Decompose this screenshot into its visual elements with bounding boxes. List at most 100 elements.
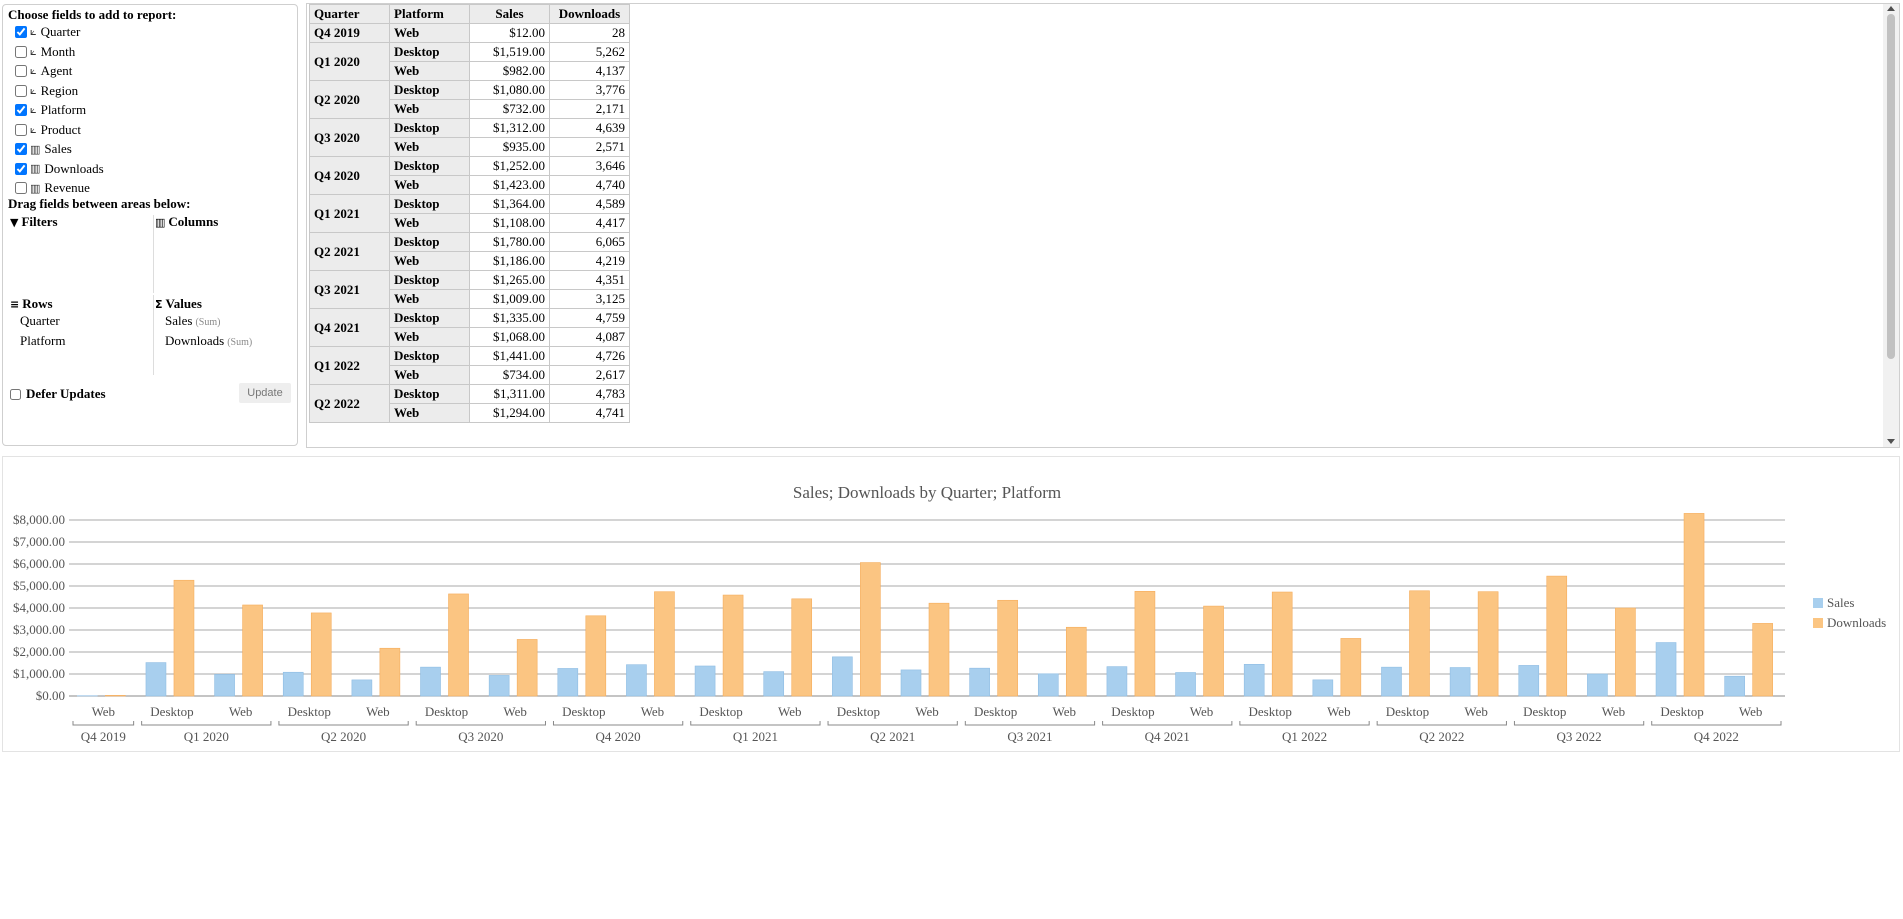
- quarter-cell[interactable]: Q4 2020: [309, 156, 390, 195]
- platform-cell[interactable]: Web: [389, 23, 470, 43]
- sales-cell[interactable]: $1,252.00: [469, 156, 550, 176]
- field-checkbox[interactable]: [15, 123, 27, 136]
- downloads-cell[interactable]: 4,087: [549, 327, 630, 347]
- downloads-cell[interactable]: 5,262: [549, 42, 630, 62]
- platform-cell[interactable]: Web: [389, 61, 470, 81]
- rows-item-quarter[interactable]: Quarter: [20, 313, 60, 329]
- field-checkbox[interactable]: [15, 182, 27, 194]
- sales-cell[interactable]: $982.00: [469, 61, 550, 81]
- quarter-cell[interactable]: Q1 2022: [309, 346, 390, 385]
- quarter-cell[interactable]: Q3 2020: [309, 118, 390, 157]
- platform-cell[interactable]: Desktop: [389, 194, 470, 214]
- quarter-cell[interactable]: Q3 2021: [309, 270, 390, 309]
- downloads-cell[interactable]: 28: [549, 23, 630, 43]
- downloads-cell[interactable]: 4,726: [549, 346, 630, 366]
- sales-cell[interactable]: $1,335.00: [469, 308, 550, 328]
- field-item-month[interactable]: ⟀ Month: [15, 43, 75, 61]
- scroll-down-arrow-icon[interactable]: [1887, 439, 1895, 444]
- downloads-cell[interactable]: 4,137: [549, 61, 630, 81]
- downloads-cell[interactable]: 4,351: [549, 270, 630, 290]
- downloads-cell[interactable]: 3,646: [549, 156, 630, 176]
- platform-cell[interactable]: Desktop: [389, 346, 470, 366]
- sales-cell[interactable]: $734.00: [469, 365, 550, 385]
- platform-cell[interactable]: Web: [389, 175, 470, 195]
- downloads-cell[interactable]: 3,776: [549, 80, 630, 100]
- quarter-cell[interactable]: Q2 2022: [309, 384, 390, 423]
- sales-cell[interactable]: $1,186.00: [469, 251, 550, 271]
- sales-cell[interactable]: $1,780.00: [469, 232, 550, 252]
- platform-cell[interactable]: Web: [389, 213, 470, 233]
- sales-cell[interactable]: $12.00: [469, 23, 550, 43]
- downloads-cell[interactable]: 6,065: [549, 232, 630, 252]
- field-item-downloads[interactable]: ▥ Downloads: [15, 160, 104, 178]
- header-quarter[interactable]: Quarter: [309, 4, 390, 24]
- sales-cell[interactable]: $1,265.00: [469, 270, 550, 290]
- platform-cell[interactable]: Desktop: [389, 308, 470, 328]
- field-item-revenue[interactable]: ▥ Revenue: [15, 179, 90, 197]
- downloads-cell[interactable]: 3,125: [549, 289, 630, 309]
- platform-cell[interactable]: Desktop: [389, 232, 470, 252]
- downloads-cell[interactable]: 4,783: [549, 384, 630, 404]
- scrollbar-thumb[interactable]: [1887, 14, 1895, 359]
- platform-cell[interactable]: Desktop: [389, 156, 470, 176]
- header-sales[interactable]: Sales: [469, 4, 550, 24]
- quarter-cell[interactable]: Q4 2021: [309, 308, 390, 347]
- update-button[interactable]: Update: [239, 383, 291, 403]
- header-platform[interactable]: Platform: [389, 4, 470, 24]
- field-item-region[interactable]: ⟀ Region: [15, 82, 78, 100]
- sales-cell[interactable]: $1,294.00: [469, 403, 550, 423]
- field-checkbox[interactable]: [15, 84, 27, 97]
- field-checkbox[interactable]: [15, 65, 27, 77]
- downloads-cell[interactable]: 2,617: [549, 365, 630, 385]
- platform-cell[interactable]: Web: [389, 251, 470, 271]
- field-item-product[interactable]: ⟀ Product: [15, 121, 81, 139]
- sales-cell[interactable]: $1,423.00: [469, 175, 550, 195]
- downloads-cell[interactable]: 4,417: [549, 213, 630, 233]
- platform-cell[interactable]: Desktop: [389, 384, 470, 404]
- values-item-downloads[interactable]: Downloads (Sum): [165, 333, 252, 349]
- field-item-platform[interactable]: ⟀ Platform: [15, 101, 86, 119]
- sales-cell[interactable]: $1,108.00: [469, 213, 550, 233]
- downloads-cell[interactable]: 4,589: [549, 194, 630, 214]
- sales-cell[interactable]: $1,441.00: [469, 346, 550, 366]
- platform-cell[interactable]: Web: [389, 99, 470, 119]
- platform-cell[interactable]: Web: [389, 137, 470, 157]
- downloads-cell[interactable]: 4,740: [549, 175, 630, 195]
- quarter-cell[interactable]: Q2 2021: [309, 232, 390, 271]
- sales-cell[interactable]: $1,312.00: [469, 118, 550, 138]
- field-checkbox[interactable]: [15, 26, 27, 38]
- quarter-cell[interactable]: Q1 2020: [309, 42, 390, 81]
- downloads-cell[interactable]: 4,759: [549, 308, 630, 328]
- field-checkbox[interactable]: [15, 104, 27, 116]
- downloads-cell[interactable]: 4,639: [549, 118, 630, 138]
- downloads-cell[interactable]: 4,741: [549, 403, 630, 423]
- field-checkbox[interactable]: [15, 162, 27, 175]
- sales-cell[interactable]: $1,311.00: [469, 384, 550, 404]
- quarter-cell[interactable]: Q1 2021: [309, 194, 390, 233]
- sales-cell[interactable]: $732.00: [469, 99, 550, 119]
- rows-item-platform[interactable]: Platform: [20, 333, 66, 349]
- field-item-agent[interactable]: ⟀ Agent: [15, 62, 72, 80]
- defer-updates-checkbox[interactable]: [10, 388, 21, 400]
- quarter-cell[interactable]: Q2 2020: [309, 80, 390, 119]
- vertical-scrollbar[interactable]: [1883, 4, 1899, 447]
- sales-cell[interactable]: $1,080.00: [469, 80, 550, 100]
- field-checkbox[interactable]: [15, 143, 27, 155]
- platform-cell[interactable]: Web: [389, 403, 470, 423]
- downloads-cell[interactable]: 2,571: [549, 137, 630, 157]
- sales-cell[interactable]: $1,519.00: [469, 42, 550, 62]
- platform-cell[interactable]: Desktop: [389, 118, 470, 138]
- platform-cell[interactable]: Desktop: [389, 42, 470, 62]
- platform-cell[interactable]: Desktop: [389, 80, 470, 100]
- platform-cell[interactable]: Web: [389, 327, 470, 347]
- sales-cell[interactable]: $935.00: [469, 137, 550, 157]
- platform-cell[interactable]: Web: [389, 365, 470, 385]
- values-item-sales[interactable]: Sales (Sum): [165, 313, 220, 329]
- sales-cell[interactable]: $1,364.00: [469, 194, 550, 214]
- field-item-sales[interactable]: ▥ Sales: [15, 140, 72, 158]
- header-downloads[interactable]: Downloads: [549, 4, 630, 24]
- platform-cell[interactable]: Web: [389, 289, 470, 309]
- sales-cell[interactable]: $1,068.00: [469, 327, 550, 347]
- platform-cell[interactable]: Desktop: [389, 270, 470, 290]
- downloads-cell[interactable]: 4,219: [549, 251, 630, 271]
